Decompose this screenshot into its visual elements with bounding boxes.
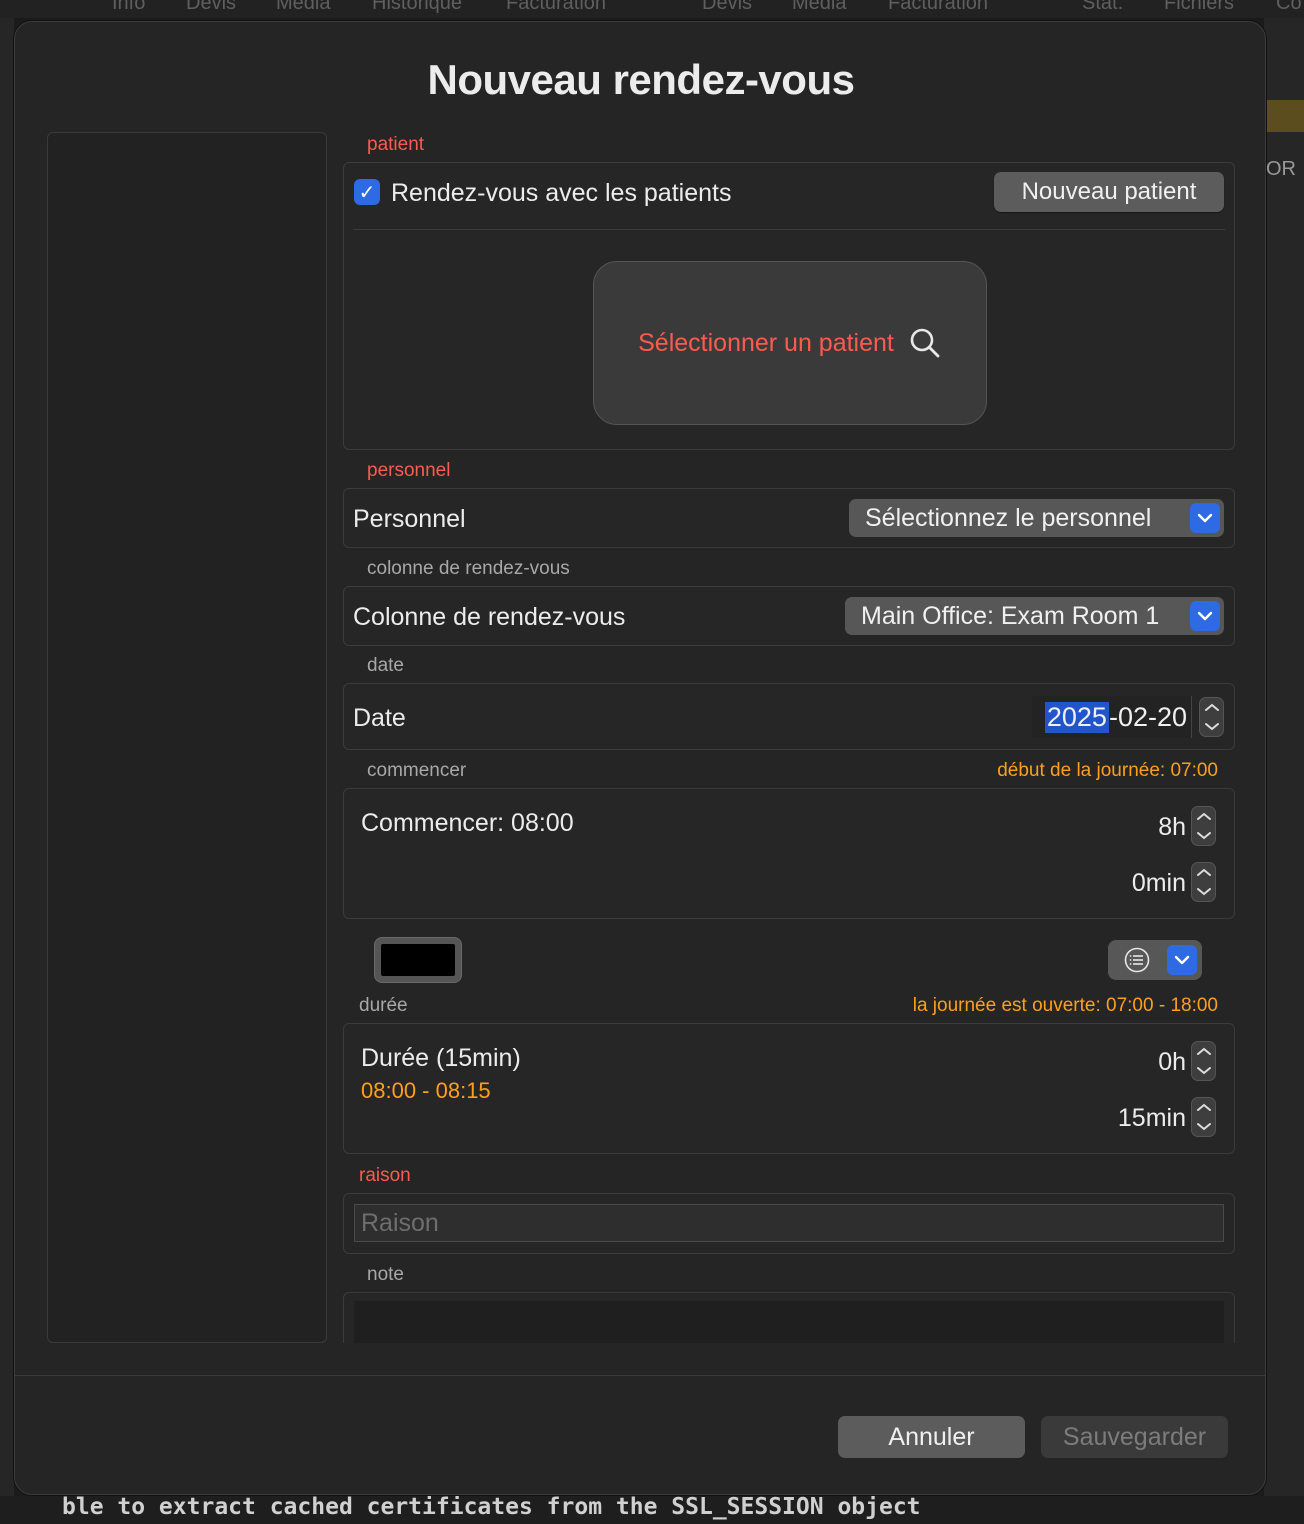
footer-divider (15, 1375, 1265, 1376)
start-minutes-stepper[interactable] (1191, 862, 1216, 902)
background-tab: Fichiers (1164, 0, 1235, 14)
chevron-down-icon (1190, 503, 1220, 533)
background-right-label: OR (1266, 158, 1296, 180)
new-appointment-dialog: Nouveau rendez-vous patient ✓ Rendez-vou… (14, 21, 1266, 1495)
duration-minutes-value: 15min (1117, 1104, 1186, 1132)
select-patient-button[interactable]: Sélectionner un patient (593, 261, 987, 425)
duration-hours-value: 0h (1158, 1048, 1186, 1076)
patient-divider (353, 229, 1225, 230)
start-minutes-value: 0min (1131, 869, 1186, 897)
chevron-down-icon (1167, 945, 1197, 975)
background-left-panel (0, 18, 14, 1498)
background-tab: Media (276, 0, 331, 14)
color-swatch (381, 944, 455, 976)
background-tab: Historique (372, 0, 463, 14)
day-start-note: début de la journée: 07:00 (997, 760, 1218, 781)
date-month-day-segment[interactable]: -02-20 (1109, 702, 1187, 733)
save-button[interactable]: Sauvegarder (1041, 1416, 1228, 1458)
reason-box: Raison (343, 1193, 1235, 1254)
patients-appointment-checkbox[interactable]: ✓ (354, 179, 380, 205)
chevron-down-icon (1190, 601, 1220, 631)
duration-label: Durée (15min) (361, 1044, 521, 1072)
background-tab: Stat. (1082, 0, 1124, 14)
duration-hours-stepper[interactable] (1191, 1041, 1216, 1081)
appointment-color-well[interactable] (374, 937, 462, 983)
duration-minutes-stepper[interactable] (1191, 1097, 1216, 1137)
personnel-selected-value: Sélectionnez le personnel (865, 503, 1152, 532)
chevron-down-icon (1197, 1123, 1211, 1131)
cancel-button[interactable]: Annuler (838, 1416, 1025, 1458)
date-stepper[interactable] (1199, 697, 1224, 737)
personnel-label: Personnel (353, 505, 466, 533)
chevron-up-icon (1197, 868, 1211, 876)
start-section-label: commencer (367, 760, 467, 781)
patients-appointment-label: Rendez-vous avec les patients (391, 179, 732, 207)
background-tab: Devis (186, 0, 237, 14)
column-section-label: colonne de rendez-vous (367, 558, 570, 579)
background-tab: Co (1276, 0, 1302, 14)
column-box: Colonne de rendez-vous Main Office: Exam… (343, 586, 1235, 646)
chevron-down-icon (1197, 888, 1211, 896)
background-tab-bar: Info Devis Media Historique Facturation … (0, 0, 1304, 18)
list-icon (1124, 947, 1150, 973)
open-hours-note: la journée est ouverte: 07:00 - 18:00 (912, 995, 1218, 1016)
duration-section-label: durée (359, 995, 408, 1016)
chevron-up-icon (1197, 1103, 1211, 1111)
list-style-select[interactable] (1108, 940, 1202, 980)
patient-section-label: patient (367, 134, 425, 155)
new-patient-button[interactable]: Nouveau patient (994, 172, 1224, 212)
patient-box: ✓ Rendez-vous avec les patients Nouveau … (343, 162, 1235, 450)
personnel-select[interactable]: Sélectionnez le personnel (849, 499, 1224, 537)
date-year-segment[interactable]: 2025 (1044, 701, 1109, 733)
date-label: Date (353, 704, 406, 732)
chevron-down-icon (1197, 1067, 1211, 1075)
column-label: Colonne de rendez-vous (353, 603, 626, 631)
search-icon (910, 328, 940, 358)
chevron-down-icon (1205, 723, 1219, 731)
background-tab: Facturation (506, 0, 607, 14)
chevron-up-icon (1197, 1047, 1211, 1055)
background-tab: Media (792, 0, 847, 14)
select-patient-label: Sélectionner un patient (638, 328, 894, 357)
chevron-up-icon (1205, 703, 1219, 711)
chevron-down-icon (1197, 832, 1211, 840)
dialog-title: Nouveau rendez-vous (427, 56, 855, 103)
note-box (343, 1292, 1235, 1343)
date-box: Date 2025 -02-20 (343, 683, 1235, 750)
date-section-label: date (367, 655, 404, 676)
start-box: Commencer: 08:00 8h 0min (343, 788, 1235, 919)
background-tab: Devis (702, 0, 753, 14)
duration-box: Durée (15min) 08:00 - 08:15 0h 15min (343, 1023, 1235, 1154)
background-highlight (1264, 100, 1304, 132)
checkmark-icon: ✓ (358, 181, 376, 204)
side-panel (47, 132, 327, 1343)
personnel-section-label: personnel (367, 460, 451, 481)
duration-range: 08:00 - 08:15 (361, 1078, 491, 1103)
column-selected-value: Main Office: Exam Room 1 (861, 601, 1160, 630)
reason-section-label: raison (359, 1165, 411, 1186)
column-select[interactable]: Main Office: Exam Room 1 (845, 597, 1224, 635)
personnel-box: Personnel Sélectionnez le personnel (343, 488, 1235, 548)
start-hours-value: 8h (1158, 813, 1186, 841)
reason-input[interactable]: Raison (354, 1204, 1224, 1242)
background-tab: Info (112, 0, 146, 14)
start-label: Commencer: 08:00 (361, 809, 574, 837)
start-hours-stepper[interactable] (1191, 806, 1216, 846)
note-section-label: note (367, 1264, 404, 1285)
background-console-line: ble to extract cached certificates from … (0, 1496, 1304, 1524)
background-right-panel: OR (1264, 18, 1304, 1498)
note-textarea[interactable] (354, 1301, 1224, 1343)
date-field[interactable]: 2025 -02-20 (1032, 696, 1192, 738)
chevron-up-icon (1197, 812, 1211, 820)
background-tab: Facturation (888, 0, 989, 14)
